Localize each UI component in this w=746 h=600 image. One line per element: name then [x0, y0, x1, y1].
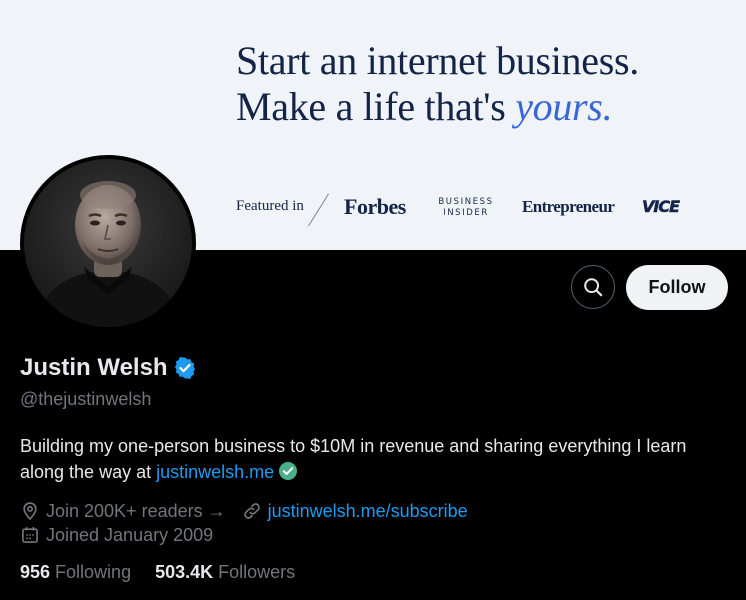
location-item: Join 200K+ readers →	[20, 501, 226, 522]
avatar-photo	[24, 159, 192, 327]
business-insider-logo: BUSINESS INSIDER	[436, 197, 496, 219]
featured-in-row: Featured in Forbes BUSINESS INSIDER Entre…	[236, 188, 716, 228]
banner-headline-line1: Start an internet business.	[236, 38, 639, 83]
followers-count: 503.4K	[155, 562, 214, 582]
banner-headline-line2-prefix: Make a life that's	[236, 84, 516, 129]
business-insider-logo-line2: INSIDER	[443, 208, 489, 218]
following-link[interactable]: 956 Following	[20, 562, 131, 583]
name-row: Justin Welsh	[20, 354, 197, 382]
handle: @thejustinwelsh	[20, 389, 152, 409]
banner-headline: Start an internet business. Make a life …	[236, 38, 639, 130]
following-label: Following	[55, 562, 132, 582]
website-link[interactable]: justinwelsh.me/subscribe	[268, 501, 468, 522]
banner-headline-accent: yours.	[515, 84, 613, 129]
forbes-logo: Forbes	[344, 194, 406, 219]
followers-label: Followers	[218, 562, 296, 582]
bio-link[interactable]: justinwelsh.me	[156, 462, 274, 482]
follow-button[interactable]: Follow	[626, 265, 728, 310]
follow-stats: 956 Following 503.4K Followers	[20, 562, 295, 583]
bio: Building my one-person business to $10M …	[20, 433, 720, 488]
entrepreneur-logo: Entrepreneur	[522, 197, 615, 216]
joined-text: Joined January 2009	[46, 524, 214, 545]
verified-badge-icon[interactable]	[173, 356, 197, 380]
featured-divider	[308, 193, 329, 227]
following-count: 956	[20, 562, 51, 582]
business-insider-logo-line1: BUSINESS	[438, 197, 494, 207]
joined-item: Joined January 2009	[20, 525, 213, 546]
bio-text: Building my one-person business to $10M …	[20, 436, 687, 482]
search-icon	[582, 276, 604, 298]
location-pin-icon	[20, 501, 46, 521]
profile-meta-row-2: Joined January 2009	[20, 523, 213, 547]
green-check-icon	[278, 461, 298, 488]
profile-meta-row: Join 200K+ readers → justinwelsh.me/subs…	[20, 499, 468, 523]
display-name: Justin Welsh	[20, 354, 168, 381]
banner-headline-line2: Make a life that's yours.	[236, 84, 639, 130]
link-icon	[242, 501, 268, 521]
featured-in-label: Featured in	[236, 198, 304, 214]
search-profile-button[interactable]	[571, 265, 615, 309]
vice-logo: VICE	[642, 197, 681, 217]
avatar[interactable]	[20, 155, 196, 331]
website-item[interactable]: justinwelsh.me/subscribe	[242, 501, 468, 522]
followers-link[interactable]: 503.4K Followers	[155, 562, 295, 583]
location-text: Join 200K+ readers →	[46, 500, 226, 521]
calendar-icon	[20, 525, 46, 545]
